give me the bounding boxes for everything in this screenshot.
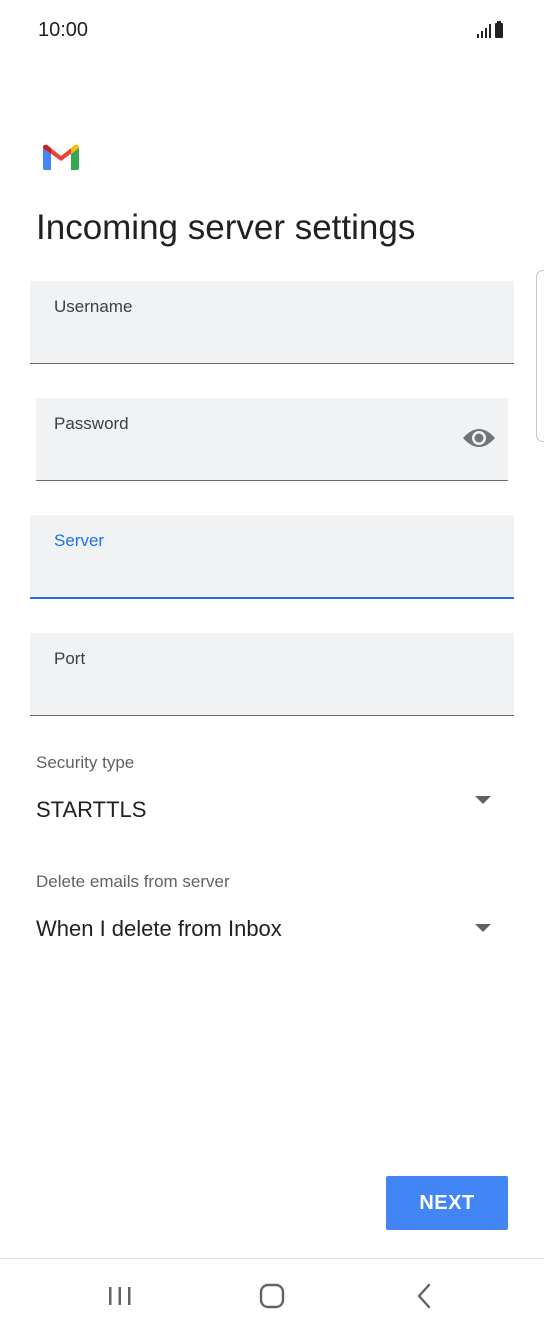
delete-emails-value[interactable]: When I delete from Inbox — [36, 916, 282, 942]
status-bar: 10:00 — [0, 0, 544, 60]
server-field[interactable]: Server — [30, 515, 514, 599]
chevron-down-icon[interactable] — [474, 795, 492, 805]
scroll-hint — [536, 270, 544, 442]
username-field[interactable]: Username — [30, 281, 514, 364]
recent-apps-icon[interactable] — [105, 1281, 135, 1311]
password-field[interactable]: Password — [36, 398, 508, 481]
nav-bar — [0, 1258, 544, 1330]
signal-icon — [477, 24, 491, 38]
next-button[interactable]: NEXT — [386, 1176, 508, 1230]
eye-icon[interactable] — [462, 426, 496, 450]
security-type-label: Security type — [36, 753, 135, 772]
server-label: Server — [54, 531, 105, 550]
battery-icon — [495, 21, 503, 38]
port-label: Port — [54, 649, 86, 668]
security-type-value[interactable]: STARTTLS — [36, 797, 146, 823]
home-icon[interactable] — [257, 1281, 287, 1311]
page-title: Incoming server settings — [36, 208, 416, 247]
delete-emails-label: Delete emails from server — [36, 872, 230, 891]
password-label: Password — [54, 414, 129, 433]
gmail-logo — [43, 144, 79, 170]
port-field[interactable]: Port — [30, 633, 514, 716]
status-time: 10:00 — [38, 19, 89, 41]
chevron-down-icon[interactable] — [474, 923, 492, 933]
username-label: Username — [54, 297, 133, 316]
back-icon[interactable] — [410, 1281, 440, 1311]
status-icons — [477, 21, 503, 38]
